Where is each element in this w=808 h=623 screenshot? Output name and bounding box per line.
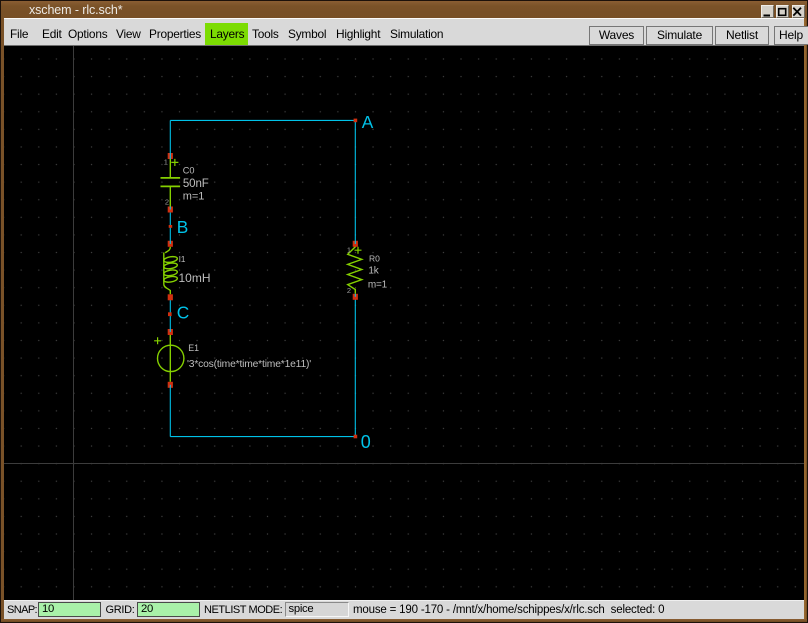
svg-text:2: 2 [165, 198, 169, 207]
svg-text:l1: l1 [179, 254, 186, 264]
svg-text:E1: E1 [188, 343, 199, 353]
svg-text:50nF: 50nF [183, 178, 209, 190]
svg-text:10mH: 10mH [179, 271, 211, 285]
svg-text:m=1: m=1 [368, 280, 388, 291]
svg-text:m=1: m=1 [183, 191, 205, 203]
svg-text:1: 1 [164, 157, 168, 166]
svg-text:C0: C0 [183, 165, 195, 175]
svg-text:C: C [177, 303, 189, 323]
svg-text:1k: 1k [368, 265, 379, 276]
svg-text:'3*cos(time*time*time*1e11)': '3*cos(time*time*time*1e11)' [187, 359, 311, 370]
svg-text:A: A [362, 112, 374, 132]
svg-text:B: B [177, 217, 189, 237]
svg-text:1: 1 [347, 246, 351, 255]
svg-text:0: 0 [361, 432, 371, 452]
svg-text:R0: R0 [369, 254, 380, 264]
svg-text:2: 2 [347, 286, 351, 295]
